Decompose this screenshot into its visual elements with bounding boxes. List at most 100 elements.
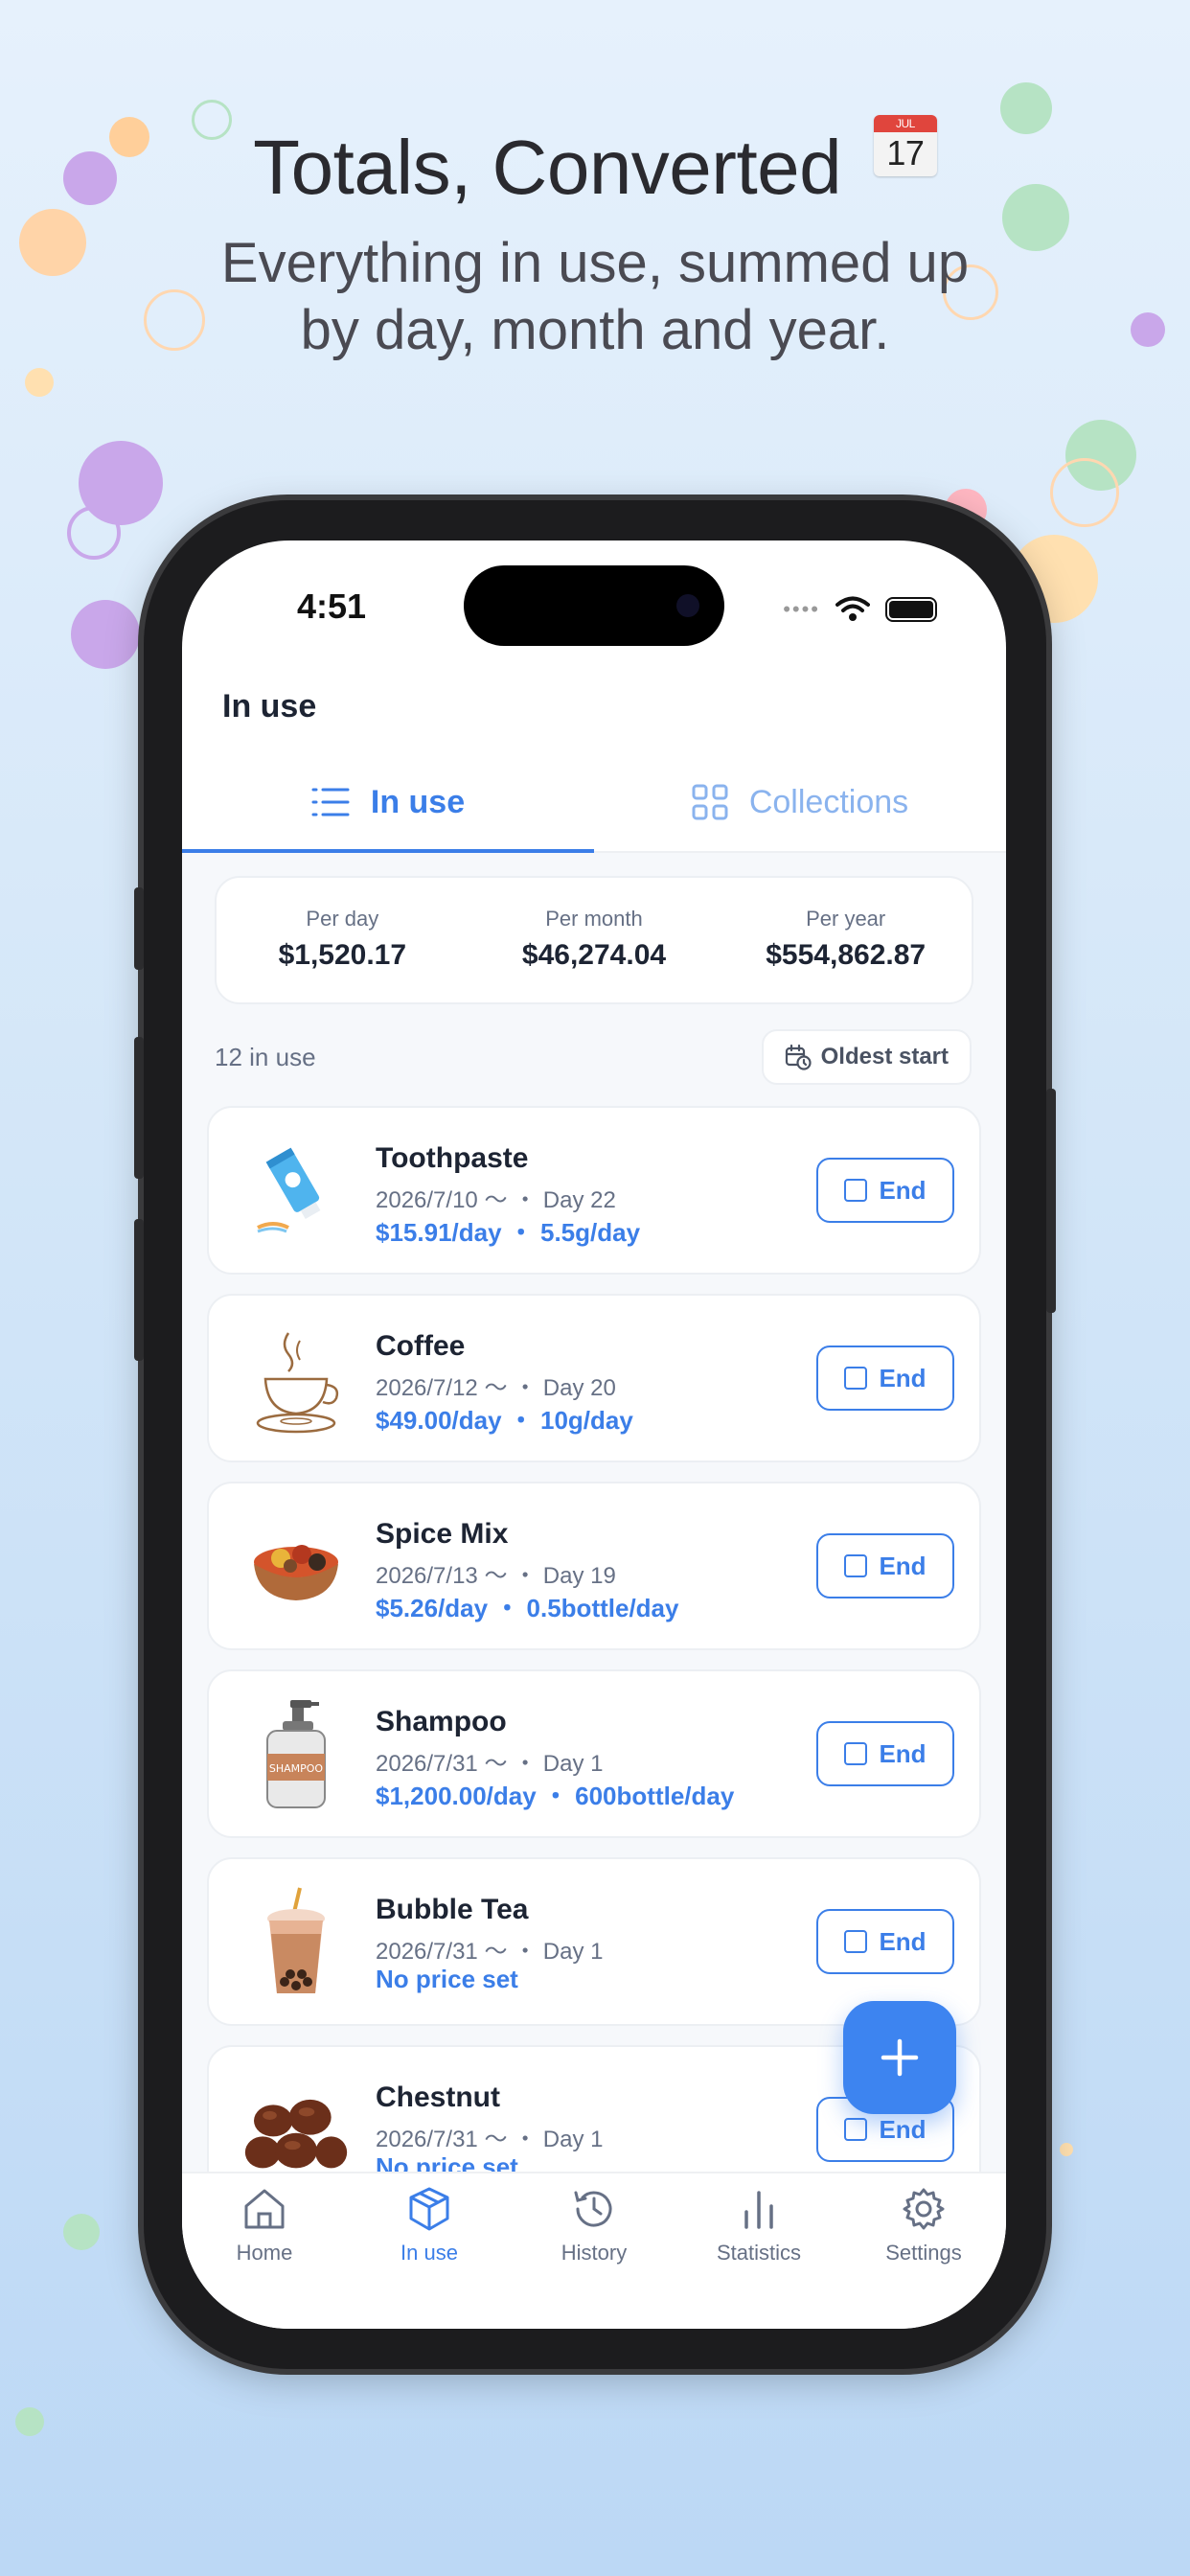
wifi-icon (835, 596, 870, 621)
item-rate: $15.91/day ・ 5.5g/day (376, 1218, 641, 1247)
end-label: End (879, 1551, 927, 1580)
tabbar-history[interactable]: History (512, 2174, 676, 2329)
tabbar-label: In use (400, 2241, 458, 2265)
checkbox-icon (844, 1554, 868, 1577)
status-icons: •••• (783, 596, 937, 623)
tabbar-label: Home (236, 2241, 293, 2265)
battery-icon (885, 597, 937, 622)
item-date: 2026/7/12 〜 ・ Day 20 (376, 1375, 616, 1401)
item-date: 2026/7/31 〜 ・ Day 1 (376, 1751, 604, 1777)
promo-headline-text: Totals, Converted (253, 125, 842, 210)
list-item[interactable]: Coffee 2026/7/12 〜 ・ Day 20 $49.00/day ・… (207, 1294, 981, 1462)
end-button[interactable]: End (816, 1721, 954, 1786)
promo-subhead-line: Everything in use, summed up (220, 232, 970, 294)
list-item[interactable]: SHAMPOO Shampoo 2026/7/31 〜 ・ Day 1 $1,2… (207, 1669, 981, 1838)
app-screen: 4:51 •••• In use In use Collections Per … (182, 540, 1006, 2329)
content-area[interactable]: Per day $1,520.17 Per month $46,274.04 P… (182, 853, 1006, 2172)
in-use-count: 12 in use (215, 1043, 316, 1071)
tabbar-label: Settings (885, 2241, 962, 2265)
tab-label: In use (370, 783, 466, 820)
item-rate: $5.26/day ・ 0.5bottle/day (376, 1594, 679, 1622)
list-item[interactable]: Bubble Tea 2026/7/31 〜 ・ Day 1 No price … (207, 1857, 981, 2026)
tab-in-use[interactable]: In use (182, 751, 594, 853)
sort-button[interactable]: Oldest start (761, 1029, 972, 1085)
coffee-cup-icon (243, 1322, 349, 1436)
total-label: Per month (545, 907, 643, 931)
status-time: 4:51 (297, 586, 367, 626)
box-icon (409, 2187, 449, 2231)
promo-subhead: Everything in use, summed up by day, mon… (0, 230, 1190, 364)
checkbox-icon (844, 1930, 868, 1953)
phone-side-button (134, 887, 144, 970)
end-label: End (879, 1738, 927, 1768)
promo-headline: Totals, Converted JUL 17 (0, 115, 1190, 212)
dynamic-island (464, 565, 724, 646)
chestnut-icon (243, 2074, 349, 2172)
item-name: Bubble Tea (376, 1894, 529, 1925)
total-per-month: Per month $46,274.04 (469, 878, 721, 1002)
phone-side-button (1046, 1089, 1056, 1313)
bottom-tab-bar: Home In use History Statistics Settings (182, 2172, 1006, 2329)
tab-collections[interactable]: Collections (594, 751, 1006, 853)
sort-label: Oldest start (820, 1044, 949, 1070)
checkbox-icon (844, 1179, 868, 1202)
total-value: $1,520.17 (278, 939, 407, 971)
bubble (67, 506, 121, 560)
calendar-day: 17 (886, 133, 925, 172)
bubble (1060, 2143, 1073, 2156)
item-name: Coffee (376, 1330, 466, 1362)
checkbox-icon (844, 2118, 868, 2141)
calendar-emoji-icon: JUL 17 (873, 115, 937, 176)
end-label: End (879, 1175, 927, 1205)
end-button[interactable]: End (816, 1533, 954, 1598)
page-title: In use (222, 688, 317, 724)
add-item-button[interactable] (843, 2001, 956, 2114)
item-rate: No price set (376, 2152, 518, 2172)
signal-icon: •••• (783, 597, 820, 621)
item-date: 2026/7/31 〜 ・ Day 1 (376, 1939, 604, 1965)
end-button[interactable]: End (816, 1158, 954, 1223)
end-label: End (879, 2114, 927, 2144)
shampoo-bottle-icon: SHAMPOO (243, 1698, 349, 1811)
item-name: Spice Mix (376, 1518, 509, 1550)
item-name: Shampoo (376, 1706, 507, 1737)
bubble-tea-icon (243, 1886, 349, 1999)
item-name: Toothpaste (376, 1142, 529, 1174)
tabbar-label: History (561, 2241, 628, 2265)
list-item[interactable]: Toothpaste 2026/7/10 〜 ・ Day 22 $15.91/d… (207, 1106, 981, 1275)
tabbar-settings[interactable]: Settings (841, 2174, 1006, 2329)
list-item[interactable]: Spice Mix 2026/7/13 〜 ・ Day 19 $5.26/day… (207, 1482, 981, 1650)
spice-bowl-icon (243, 1510, 349, 1623)
item-rate: $49.00/day ・ 10g/day (376, 1406, 633, 1435)
bottle-label: SHAMPOO (269, 1762, 324, 1775)
bar-chart-icon (744, 2191, 773, 2229)
tabbar-label: Statistics (716, 2241, 802, 2265)
item-date: 2026/7/13 〜 ・ Day 19 (376, 1563, 616, 1589)
toothpaste-icon (243, 1135, 349, 1248)
total-per-day: Per day $1,520.17 (217, 878, 469, 1002)
item-rate: No price set (376, 1965, 518, 1993)
tab-bar-top: In use Collections (182, 751, 1006, 853)
end-button[interactable]: End (816, 1909, 954, 1974)
end-label: End (879, 1926, 927, 1956)
bubble (71, 600, 140, 669)
tabbar-statistics[interactable]: Statistics (676, 2174, 841, 2329)
end-button[interactable]: End (816, 1346, 954, 1411)
promo-subhead-line: by day, month and year. (300, 299, 890, 361)
bubble (25, 368, 54, 397)
tab-label: Collections (748, 783, 909, 820)
tabbar-in-use[interactable]: In use (347, 2174, 512, 2329)
phone-side-button (134, 1037, 144, 1179)
calendar-month: JUL (873, 115, 937, 132)
total-per-year: Per year $554,862.87 (720, 878, 972, 1002)
bubble (1050, 458, 1119, 527)
total-value: $554,862.87 (766, 939, 927, 971)
checkbox-icon (844, 1742, 868, 1765)
list-icon (311, 788, 350, 816)
item-name: Chestnut (376, 2082, 500, 2113)
tabbar-home[interactable]: Home (182, 2174, 347, 2329)
item-date: 2026/7/31 〜 ・ Day 1 (376, 2127, 604, 2152)
total-label: Per day (306, 907, 379, 931)
gear-icon (903, 2188, 945, 2230)
plus-icon (881, 2038, 919, 2077)
